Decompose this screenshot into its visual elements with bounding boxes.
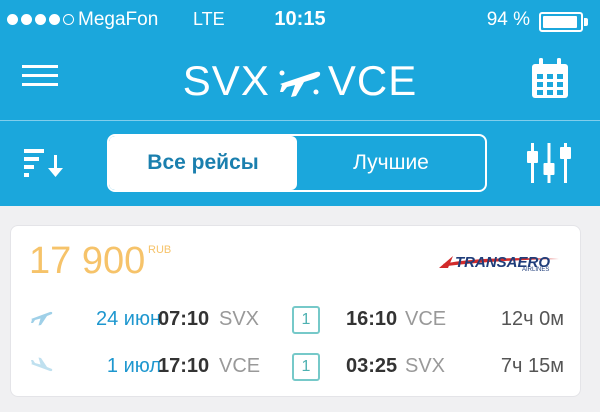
arrival-airport: SVX xyxy=(405,355,446,377)
status-bar: MegaFon LTE 10:15 94 % xyxy=(0,0,600,40)
airline-logo-sub: AIRLINES xyxy=(522,267,550,273)
battery-percent: 94 % xyxy=(486,9,530,30)
battery-icon xyxy=(539,12,583,32)
toolbar: Все рейсы Лучшие xyxy=(0,121,600,206)
ticket-price: 17 900 xyxy=(29,240,146,282)
nav-bar: SVX VCE xyxy=(0,40,600,120)
route-title: SVX VCE xyxy=(0,54,600,105)
tab-all-flights[interactable]: Все рейсы xyxy=(109,136,297,190)
stops-badge: 1 xyxy=(292,353,320,381)
arrival-time: 03:25 xyxy=(346,355,398,377)
arrival-airport: VCE xyxy=(405,308,447,330)
tab-best-flights[interactable]: Лучшие xyxy=(297,136,485,190)
flight-filter-tabs: Все рейсы Лучшие xyxy=(107,134,487,192)
filter-icon[interactable] xyxy=(527,143,571,183)
sort-icon[interactable] xyxy=(24,147,68,181)
flight-result-card[interactable]: 17 900 RUB TRANSAERO AIRLINES 24 июн 07:… xyxy=(10,225,581,397)
leg-date: 24 июн xyxy=(95,308,161,330)
outbound-leg-row: 24 июн 07:10 SVX 1 16:10 VCE 12ч 0м xyxy=(11,302,582,338)
header: MegaFon LTE 10:15 94 % SVX VCE Все рейсы… xyxy=(0,0,600,206)
departure-airport: VCE xyxy=(219,355,261,377)
battery-level xyxy=(543,16,577,28)
destination-code: VCE xyxy=(327,56,418,104)
calendar-icon[interactable] xyxy=(531,58,569,100)
departure-time: 07:10 xyxy=(158,308,210,330)
return-leg-row: 1 июл 17:10 VCE 1 03:25 SVX 7ч 15м xyxy=(11,349,582,385)
departure-airport: SVX xyxy=(219,308,260,330)
plane-icon xyxy=(279,70,321,97)
price-currency: RUB xyxy=(148,244,172,256)
origin-code: SVX xyxy=(182,56,270,104)
departure-time: 17:10 xyxy=(158,355,210,377)
battery-tip xyxy=(584,18,588,26)
arrival-time: 16:10 xyxy=(346,308,398,330)
stops-badge: 1 xyxy=(292,306,320,334)
leg-date: 1 июл xyxy=(106,355,161,377)
flight-duration: 7ч 15м xyxy=(500,355,564,377)
flight-duration: 12ч 0м xyxy=(500,308,564,330)
